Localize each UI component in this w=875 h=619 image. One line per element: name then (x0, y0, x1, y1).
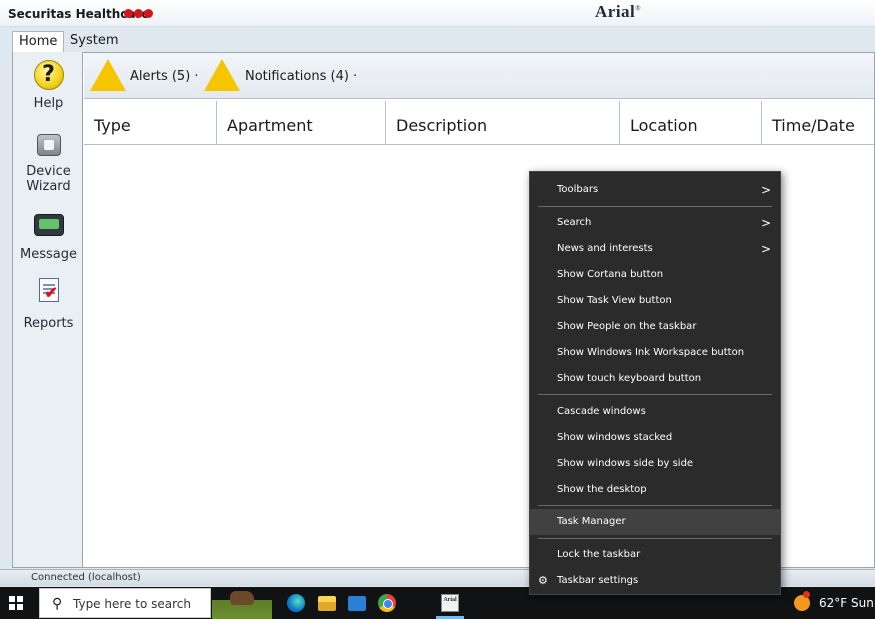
menu-item-show-desktop[interactable]: Show the desktop (530, 477, 780, 503)
menu-item-show-windows-ink[interactable]: Show Windows Ink Workspace button (530, 340, 780, 366)
reports-icon (38, 278, 59, 303)
menu-item-show-touch-keyboard[interactable]: Show touch keyboard button (530, 366, 780, 392)
edge-icon[interactable] (287, 594, 305, 612)
alerts-table-header: Type Apartment Description Location Time… (84, 101, 874, 145)
column-header-time-date[interactable]: Time/Date (762, 101, 874, 145)
column-header-description[interactable]: Description (386, 101, 620, 145)
sidebar-item-reports[interactable]: Reports (13, 278, 84, 331)
menu-item-label: Search (557, 217, 592, 228)
notification-badge (803, 591, 810, 598)
menu-item-cascade-windows[interactable]: Cascade windows (530, 399, 780, 425)
menu-item-show-windows-stacked[interactable]: Show windows stacked (530, 425, 780, 451)
title-bar: Securitas Healthcare Arial® (0, 0, 875, 27)
menu-separator (538, 206, 772, 207)
menu-item-toolbars[interactable]: Toolbars > (530, 177, 780, 203)
menu-separator (538, 394, 772, 395)
chevron-right-icon: > (760, 242, 771, 256)
menu-item-search[interactable]: Search > (530, 210, 780, 236)
menu-item-show-task-view-button[interactable]: Show Task View button (530, 288, 780, 314)
device-icon (36, 134, 61, 156)
weather-widget[interactable]: 62°F Sunny (819, 596, 875, 610)
connection-status: Connected (localhost) (31, 572, 141, 583)
warning-icon (90, 59, 126, 91)
menu-item-show-cortana-button[interactable]: Show Cortana button (530, 262, 780, 288)
cow-icon (230, 591, 254, 605)
arial-app-icon[interactable]: Arial (441, 594, 459, 612)
tab-system[interactable]: System (64, 31, 124, 52)
menu-item-label: Taskbar settings (557, 575, 639, 586)
gear-icon: ⚙ (538, 574, 548, 587)
chevron-right-icon: > (760, 216, 771, 230)
menu-item-lock-taskbar[interactable]: Lock the taskbar (530, 542, 780, 568)
menu-bar: Home System (0, 28, 875, 52)
brand-logo-dots (124, 9, 153, 18)
windows-start-icon[interactable] (9, 596, 23, 610)
alerts-dropdown-button[interactable]: Alerts (5) · (130, 69, 199, 84)
search-placeholder: Type here to search (73, 597, 191, 611)
sidebar: ? Help Device Wizard Message Reports (12, 52, 83, 568)
arial-logo: Arial® (595, 2, 642, 21)
sidebar-item-label: Message (20, 247, 77, 262)
taskbar-context-menu: Toolbars > Search > News and interests >… (529, 171, 781, 595)
arial-logo-text: Arial (595, 2, 636, 21)
store-icon[interactable] (348, 596, 366, 611)
help-icon: ? (33, 60, 64, 90)
sidebar-item-label: Help (33, 96, 64, 111)
menu-item-show-people[interactable]: Show People on the taskbar (530, 314, 780, 340)
sidebar-item-help[interactable]: ? Help (13, 60, 84, 111)
chrome-icon[interactable] (378, 594, 396, 612)
sidebar-item-message[interactable]: Message (13, 214, 84, 262)
sidebar-item-label: Device Wizard (26, 164, 71, 194)
message-icon (33, 214, 64, 236)
menu-item-label: Toolbars (557, 184, 599, 195)
menu-separator (538, 505, 772, 506)
file-explorer-icon[interactable] (318, 596, 336, 611)
arial-app-icon-text: Arial (443, 597, 457, 603)
column-header-location[interactable]: Location (620, 101, 762, 145)
sidebar-item-label: Reports (23, 316, 74, 331)
menu-item-taskbar-settings[interactable]: ⚙ Taskbar settings (530, 568, 780, 594)
warning-icon (204, 59, 240, 91)
sidebar-item-device-wizard[interactable]: Device Wizard (13, 134, 84, 194)
search-icon: ⚲ (52, 595, 63, 611)
menu-item-task-manager[interactable]: Task Manager (530, 509, 780, 535)
taskbar-search-box[interactable]: ⚲ Type here to search (39, 588, 211, 618)
menu-item-label: News and interests (557, 243, 653, 254)
menu-item-news-and-interests[interactable]: News and interests > (530, 236, 780, 262)
column-header-apartment[interactable]: Apartment (217, 101, 386, 145)
chevron-right-icon: > (760, 183, 771, 197)
column-header-type[interactable]: Type (84, 101, 217, 145)
menu-separator (538, 538, 772, 539)
notifications-dropdown-button[interactable]: Notifications (4) · (245, 69, 357, 84)
alert-toolbar: Alerts (5) · Notifications (4) · (84, 53, 874, 99)
tab-home[interactable]: Home (12, 31, 65, 52)
menu-item-show-windows-side-by-side[interactable]: Show windows side by side (530, 451, 780, 477)
